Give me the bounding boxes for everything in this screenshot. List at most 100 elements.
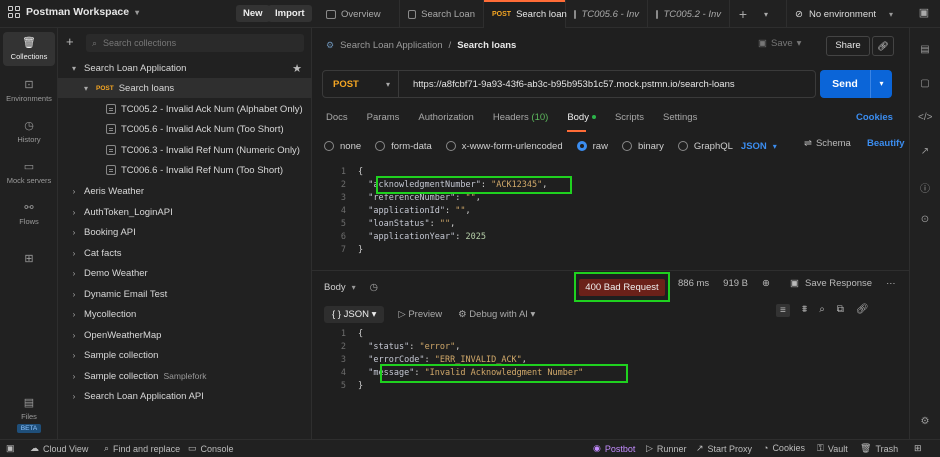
tab-tc005-6[interactable]: TC005.6 - Inv	[566, 0, 648, 28]
chevron-icon[interactable]: ›	[68, 392, 80, 401]
response-size[interactable]: 919 B	[723, 278, 748, 289]
beautify-link[interactable]: Beautify	[867, 138, 904, 149]
workspace-switcher[interactable]: Postman Workspace ▾	[8, 6, 139, 18]
chevron-icon[interactable]: ›	[68, 269, 80, 278]
sidebar-tree-item[interactable]: TC005.6 - Invalid Ack Num (Too Short)	[58, 119, 312, 139]
tab-body[interactable]: Body	[567, 112, 596, 132]
start-proxy-button[interactable]: ↗ Start Proxy	[696, 443, 752, 454]
response-body-tab[interactable]: Body	[324, 282, 346, 293]
sidebar-tree-item[interactable]: › Search Loan Application API	[58, 386, 312, 406]
related-icon[interactable]: ↗	[918, 146, 932, 160]
sidebar-tree-item[interactable]: › Sample collection	[58, 345, 312, 365]
chevron-icon[interactable]: ›	[68, 372, 80, 381]
sidebar-tree-item[interactable]: › OpenWeatherMap	[58, 325, 312, 345]
rail-mock-servers[interactable]: ▭ Mock servers	[3, 156, 55, 190]
comments-icon[interactable]: ▢	[918, 78, 932, 92]
radio-urlencoded[interactable]: x-www-form-urlencoded	[445, 141, 563, 152]
send-options-chevron-icon[interactable]: ▾	[870, 70, 892, 98]
tab-search-loans-active[interactable]: POST Search loan	[484, 0, 567, 28]
tab-authorization[interactable]: Authorization	[418, 112, 473, 128]
star-icon[interactable]: ★	[292, 62, 302, 75]
sidebar-tree-item[interactable]: › Demo Weather	[58, 263, 312, 283]
tab-docs[interactable]: Docs	[326, 112, 348, 128]
breadcrumb-current[interactable]: Search loans	[457, 40, 516, 51]
breadcrumb-parent[interactable]: Search Loan Application	[340, 40, 442, 51]
sidebar-tree-item[interactable]: › Aeris Weather	[58, 181, 312, 201]
rail-environments[interactable]: ⊡ Environments	[3, 74, 55, 108]
tab-params[interactable]: Params	[367, 112, 400, 128]
share-button[interactable]: Share	[826, 36, 870, 56]
history-icon[interactable]: ◷	[370, 282, 378, 293]
sidebar-tree-item[interactable]: TC006.6 - Invalid Ref Num (Too Short)	[58, 160, 312, 180]
status-badge[interactable]: 400 Bad Request	[579, 278, 665, 296]
tab-settings[interactable]: Settings	[663, 112, 697, 128]
filter-icon[interactable]: ⩩	[802, 304, 807, 317]
rail-flows[interactable]: ⚯ Flows	[3, 197, 55, 231]
search-collections-input[interactable]: ⌕ Search collections	[86, 34, 304, 52]
response-time[interactable]: 886 ms	[678, 278, 709, 289]
runner-button[interactable]: ▷ Runner	[646, 443, 686, 454]
method-select[interactable]: POST ▾	[323, 71, 399, 97]
tab-overview[interactable]: Overview	[318, 0, 400, 28]
radio-graphql[interactable]: GraphQL	[677, 141, 733, 152]
send-button[interactable]: Send ▾	[820, 70, 892, 98]
search-icon[interactable]: ⌕	[819, 304, 825, 317]
chevron-icon[interactable]: ›	[68, 331, 80, 340]
debug-with-ai-button[interactable]: ⚙ Debug with AI ▾	[458, 309, 535, 320]
preview-button[interactable]: ▷ Preview	[398, 309, 442, 320]
rail-files[interactable]: ▤ Files BETA	[3, 397, 55, 433]
request-body-editor[interactable]: 1{ 2 "acknowledgmentNumber": "ACK12345",…	[322, 164, 900, 256]
radio-form-data[interactable]: form-data	[375, 141, 432, 152]
chevron-icon[interactable]: ▾	[80, 84, 92, 93]
environment-quick-look-icon[interactable]: ▣	[916, 6, 932, 22]
sidebar-tree-item[interactable]: TC006.3 - Invalid Ref Num (Numeric Only)	[58, 140, 312, 160]
wrap-lines-icon[interactable]: ≡	[776, 304, 790, 317]
response-format-select[interactable]: { } JSON ▾	[324, 305, 385, 323]
postbot-button[interactable]: ◉ Postbot	[593, 443, 635, 454]
environment-selector[interactable]: ⊘ No environment ▾	[786, 0, 901, 28]
chevron-icon[interactable]: ›	[68, 187, 80, 196]
body-format-select[interactable]: JSON	[741, 141, 767, 152]
documentation-icon[interactable]: ▤	[918, 44, 932, 58]
network-icon[interactable]: ⊕	[762, 278, 770, 289]
chevron-icon[interactable]: ▾	[68, 64, 80, 73]
sidebar-tree-item[interactable]: › Cat facts	[58, 243, 312, 263]
vault-button[interactable]: ⚿ Vault	[817, 443, 848, 454]
console-button[interactable]: ▭ Console	[188, 443, 234, 454]
radio-none[interactable]: none	[324, 141, 361, 152]
chevron-icon[interactable]: ›	[68, 351, 80, 360]
tab-headers[interactable]: Headers (10)	[493, 112, 548, 128]
more-icon[interactable]: ···	[886, 278, 896, 289]
sidebar-tree-item[interactable]: › Sample collection Samplefork	[58, 366, 312, 386]
settings-gear-icon[interactable]: ⚙	[918, 416, 932, 430]
layout-icon[interactable]: ⊞	[914, 443, 922, 454]
sidebar-tree-item[interactable]: › Dynamic Email Test	[58, 284, 312, 304]
radio-raw[interactable]: raw	[576, 141, 608, 152]
save-response-button[interactable]: ▣ Save Response ···	[790, 278, 896, 289]
new-tab-plus-icon[interactable]: +	[730, 0, 756, 28]
response-body-viewer[interactable]: 1{ 2 "status": "error", 3 "errorCode": "…	[322, 326, 900, 396]
add-collection-plus-icon[interactable]: +	[66, 35, 74, 48]
copy-link-icon[interactable]: 🔗︎	[872, 36, 894, 56]
chevron-icon[interactable]: ›	[68, 249, 80, 258]
sidebar-tree-item[interactable]: TC005.2 - Invalid Ack Num (Alphabet Only…	[58, 99, 312, 119]
schema-button[interactable]: ⇌ Schema	[804, 138, 851, 149]
save-button[interactable]: ▣ Save ▾	[758, 38, 801, 49]
tab-scripts[interactable]: Scripts	[615, 112, 644, 128]
tab-search-loan[interactable]: Search Loan	[400, 0, 484, 28]
trash-button[interactable]: 🗑︎ Trash	[860, 443, 898, 454]
variables-icon[interactable]: ⊙	[918, 214, 932, 228]
url-input[interactable]: https://a8fcbf71-9a93-43f6-ab3c-b95b953b…	[399, 79, 735, 90]
code-icon[interactable]: </>	[918, 112, 932, 126]
sidebar-tree-item[interactable]: ▾ POST Search loans	[58, 78, 312, 98]
cookies-button[interactable]: ◔ Cookies	[763, 443, 805, 453]
sidebar-tree-item[interactable]: ▾ Search Loan Application ★	[58, 58, 312, 78]
rail-collections[interactable]: 🗑︎ Collections	[3, 32, 55, 66]
link-icon[interactable]: 🔗︎	[856, 304, 869, 317]
chevron-icon[interactable]: ›	[68, 290, 80, 299]
cloud-view-button[interactable]: ☁ Cloud View	[30, 443, 88, 454]
cookies-link[interactable]: Cookies	[856, 112, 893, 123]
rail-configure[interactable]: ⊞	[3, 242, 55, 276]
toggle-sidebar-icon[interactable]: ▣	[6, 443, 15, 454]
sidebar-tree-item[interactable]: › AuthToken_LoginAPI	[58, 202, 312, 222]
